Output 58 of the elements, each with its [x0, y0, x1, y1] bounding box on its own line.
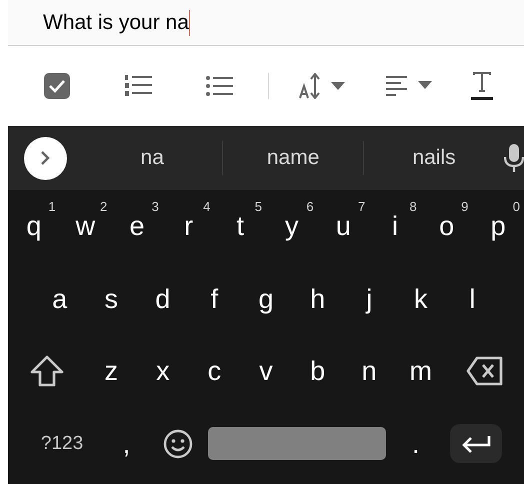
- key-hint: 4: [203, 200, 210, 213]
- key-hint: 9: [461, 200, 468, 213]
- letter-key[interactable]: o 9: [420, 190, 472, 262]
- suggestion[interactable]: name: [223, 142, 364, 174]
- key-hint: 5: [254, 200, 262, 213]
- shift-icon[interactable]: [30, 355, 64, 388]
- chevron-right-icon: [40, 150, 50, 166]
- key-hint: 3: [152, 200, 159, 213]
- suggestion[interactable]: na: [82, 142, 222, 174]
- key-hint: 1: [48, 200, 56, 213]
- enter-key[interactable]: [450, 424, 502, 464]
- letter-key[interactable]: a: [34, 262, 86, 335]
- microphone-icon[interactable]: [504, 143, 524, 173]
- letter-key[interactable]: r 4: [162, 190, 214, 262]
- letter-key[interactable]: e 3: [111, 190, 163, 262]
- letter-key[interactable]: u 7: [318, 190, 370, 262]
- enter-icon: [460, 434, 491, 453]
- letter-key[interactable]: p 0: [472, 190, 524, 262]
- letter-key[interactable]: ,: [100, 408, 152, 480]
- align-left-icon[interactable]: [386, 74, 434, 98]
- input-text: What is your na: [43, 10, 189, 36]
- letter-key[interactable]: k: [394, 262, 447, 335]
- letter-key[interactable]: g: [240, 262, 292, 335]
- letter-key[interactable]: m: [394, 335, 447, 408]
- letter-key[interactable]: y 6: [266, 190, 318, 262]
- text-color-icon[interactable]: [471, 71, 494, 101]
- letter-key[interactable]: s: [85, 262, 138, 335]
- letter-key[interactable]: z: [85, 335, 138, 408]
- numbered-list-icon[interactable]: [124, 74, 153, 98]
- space-bar[interactable]: [208, 427, 386, 460]
- key-hint: 7: [358, 200, 366, 213]
- letter-key[interactable]: t 5: [214, 190, 266, 262]
- letter-key[interactable]: h: [292, 262, 344, 335]
- bulleted-list-icon[interactable]: [206, 75, 234, 97]
- symbols-key[interactable]: ?123: [23, 408, 101, 480]
- letter-key[interactable]: b: [292, 335, 344, 408]
- letter-key[interactable]: i 8: [369, 190, 421, 262]
- letter-key[interactable]: f: [188, 262, 240, 335]
- letter-key[interactable]: n: [343, 335, 395, 408]
- key-hint: 0: [512, 200, 520, 213]
- letter-key[interactable]: v: [240, 335, 292, 408]
- letter-key[interactable]: l: [446, 262, 498, 335]
- emoji-icon[interactable]: [163, 428, 194, 459]
- letter-key[interactable]: w 2: [60, 190, 112, 262]
- text-input-field[interactable]: What is your na: [8, 0, 524, 46]
- letter-key[interactable]: .: [390, 408, 442, 480]
- checkbox-icon[interactable]: [44, 73, 70, 99]
- letter-key[interactable]: j: [343, 262, 395, 335]
- key-hint: 6: [306, 200, 314, 213]
- letter-key[interactable]: c: [188, 335, 240, 408]
- letter-key[interactable]: d: [137, 262, 189, 335]
- suggestion[interactable]: nails: [364, 142, 504, 174]
- key-hint: 2: [100, 200, 108, 213]
- backspace-icon[interactable]: [466, 356, 504, 386]
- expand-toolbar-button[interactable]: [24, 136, 67, 180]
- letter-key[interactable]: x: [137, 335, 189, 408]
- key-hint: 8: [410, 200, 417, 213]
- letter-key[interactable]: q 1: [8, 190, 60, 262]
